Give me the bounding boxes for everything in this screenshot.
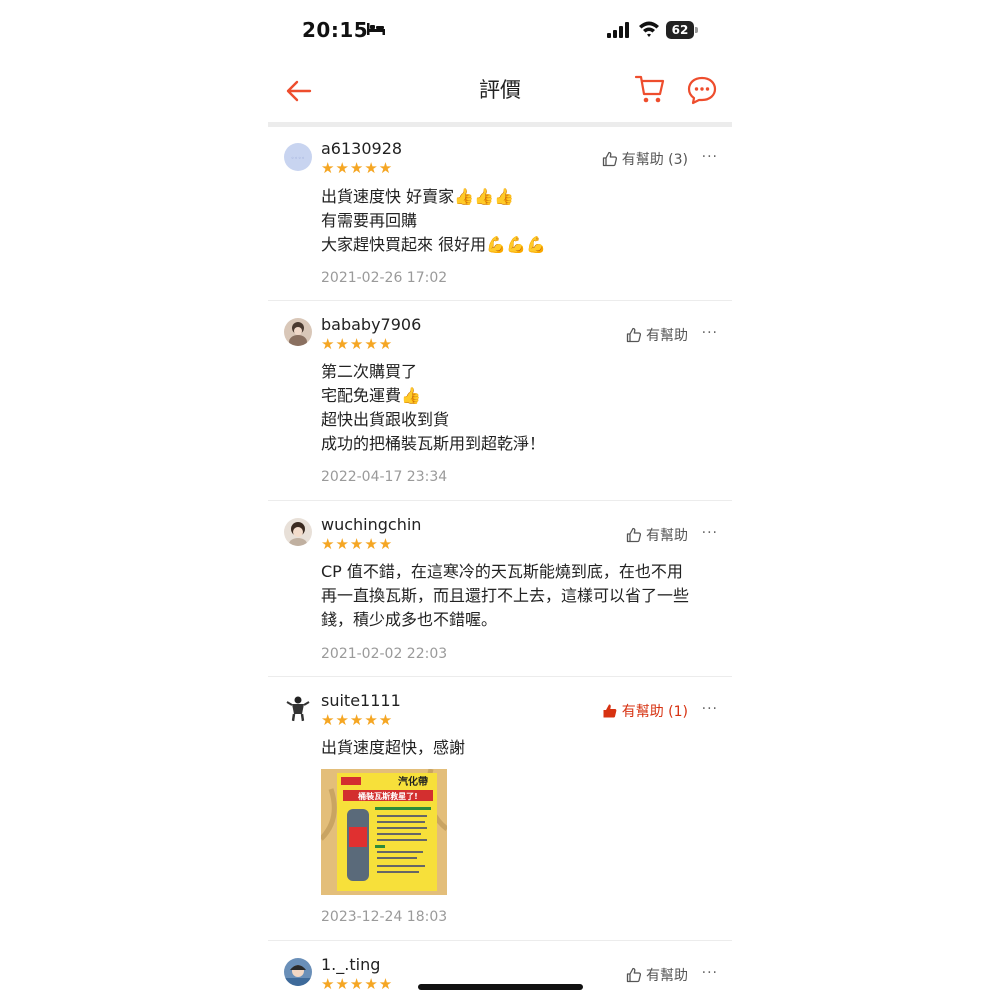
battery-icon: 62 bbox=[666, 21, 698, 39]
review-item: wuchingchin ★★★★★ 有幫助 ··· CP 值不錯，在這寒冷的天瓦… bbox=[268, 501, 732, 677]
helpful-label: 有幫助 bbox=[646, 968, 688, 984]
review-item: 1._.ting ★★★★★ 有幫助 ··· bbox=[268, 941, 732, 1000]
helpful-button[interactable]: 有幫助 (1) bbox=[602, 701, 688, 721]
avatar[interactable] bbox=[284, 318, 312, 346]
thumbs-up-icon bbox=[626, 327, 642, 343]
shopping-cart-icon[interactable] bbox=[634, 72, 666, 106]
status-bar: 20:15 62 bbox=[268, 0, 732, 60]
thumbs-up-emoji-icon: 👍 bbox=[401, 386, 421, 405]
more-icon[interactable]: ··· bbox=[702, 525, 718, 541]
username[interactable]: wuchingchin bbox=[321, 515, 421, 534]
avatar[interactable]: ◦◦◦◦ bbox=[284, 143, 312, 171]
star-rating: ★★★★★ bbox=[321, 535, 394, 553]
helpful-label: 有幫助 bbox=[646, 528, 688, 544]
review-comment: CP 值不錯，在這寒冷的天瓦斯能燒到底，在也不用 再一直換瓦斯，而且還打不上去，… bbox=[321, 562, 690, 629]
username[interactable]: a6130928 bbox=[321, 139, 402, 158]
review-date: 2023-12-24 18:03 bbox=[321, 909, 448, 925]
signal-icon bbox=[607, 22, 629, 38]
review-comment: 第二次購買了 宅配免運費👍 超快出貨跟收到貨 成功的把桶裝瓦斯用到超乾淨！ bbox=[321, 362, 546, 453]
thumbs-up-icon bbox=[603, 704, 617, 718]
star-rating: ★★★★★ bbox=[321, 335, 394, 353]
helpful-button[interactable]: 有幫助 (3) bbox=[602, 149, 688, 169]
review-date: 2022-04-17 23:34 bbox=[321, 469, 448, 485]
home-indicator[interactable] bbox=[418, 984, 583, 990]
username[interactable]: suite1111 bbox=[321, 691, 401, 710]
thumbs-up-icon bbox=[602, 151, 617, 167]
photo-product-title: 汽化帶 bbox=[398, 775, 428, 788]
battery-level: 62 bbox=[666, 21, 694, 39]
helpful-button[interactable]: 有幫助 bbox=[626, 525, 688, 545]
username[interactable]: 1._.ting bbox=[321, 955, 380, 974]
review-screen: 20:15 62 評價 ◦◦◦◦ a6130928 ★★★★★ 有幫助 (3) … bbox=[268, 0, 732, 1000]
review-item: bababy7906 ★★★★★ 有幫助 ··· 第二次購買了 宅配免運費👍 超… bbox=[268, 301, 732, 501]
flexed-biceps-emoji-icon: 💪💪💪 bbox=[486, 235, 546, 254]
review-comment: 出貨速度快 好賣家👍👍👍 有需要再回購 大家趕快買起來 很好用💪💪💪 bbox=[321, 187, 546, 254]
thumbs-up-icon bbox=[626, 967, 642, 983]
svg-text:◦◦◦◦: ◦◦◦◦ bbox=[291, 155, 305, 162]
username[interactable]: bababy7906 bbox=[321, 315, 421, 334]
star-rating: ★★★★★ bbox=[321, 159, 394, 177]
review-item: suite1111 ★★★★★ 有幫助 (1) ··· 出貨速度超快，感謝 汽化… bbox=[268, 677, 732, 941]
wifi-icon bbox=[639, 21, 659, 37]
sleep-focus-icon bbox=[367, 23, 385, 35]
more-icon[interactable]: ··· bbox=[702, 965, 718, 981]
helpful-label: 有幫助 bbox=[646, 328, 688, 344]
star-rating: ★★★★★ bbox=[321, 975, 394, 993]
review-date: 2021-02-26 17:02 bbox=[321, 270, 448, 286]
more-icon[interactable]: ··· bbox=[702, 325, 718, 341]
avatar[interactable] bbox=[284, 958, 312, 986]
star-rating: ★★★★★ bbox=[321, 711, 394, 729]
helpful-label: 有幫助 (3) bbox=[621, 152, 688, 168]
chat-bubble-icon[interactable] bbox=[686, 74, 718, 106]
review-photo[interactable]: 汽化帶 桶裝瓦斯救星了! bbox=[321, 769, 447, 895]
helpful-label: 有幫助 (1) bbox=[621, 704, 688, 720]
nav-header: 評價 bbox=[268, 60, 732, 122]
photo-banner-text: 桶裝瓦斯救星了! bbox=[357, 791, 418, 801]
thumbs-up-emoji-icon: 👍👍👍 bbox=[454, 187, 514, 206]
avatar[interactable] bbox=[284, 518, 312, 546]
thumbs-up-icon bbox=[626, 527, 642, 543]
helpful-button[interactable]: 有幫助 bbox=[626, 965, 688, 985]
review-comment: 出貨速度超快，感謝 bbox=[321, 738, 466, 757]
review-date: 2021-02-02 22:03 bbox=[321, 646, 448, 662]
avatar[interactable] bbox=[284, 694, 312, 722]
review-item: ◦◦◦◦ a6130928 ★★★★★ 有幫助 (3) ··· 出貨速度快 好賣… bbox=[268, 127, 732, 301]
status-time: 20:15 bbox=[302, 18, 369, 42]
helpful-button[interactable]: 有幫助 bbox=[626, 325, 688, 345]
more-icon[interactable]: ··· bbox=[702, 149, 718, 165]
more-icon[interactable]: ··· bbox=[702, 701, 718, 717]
